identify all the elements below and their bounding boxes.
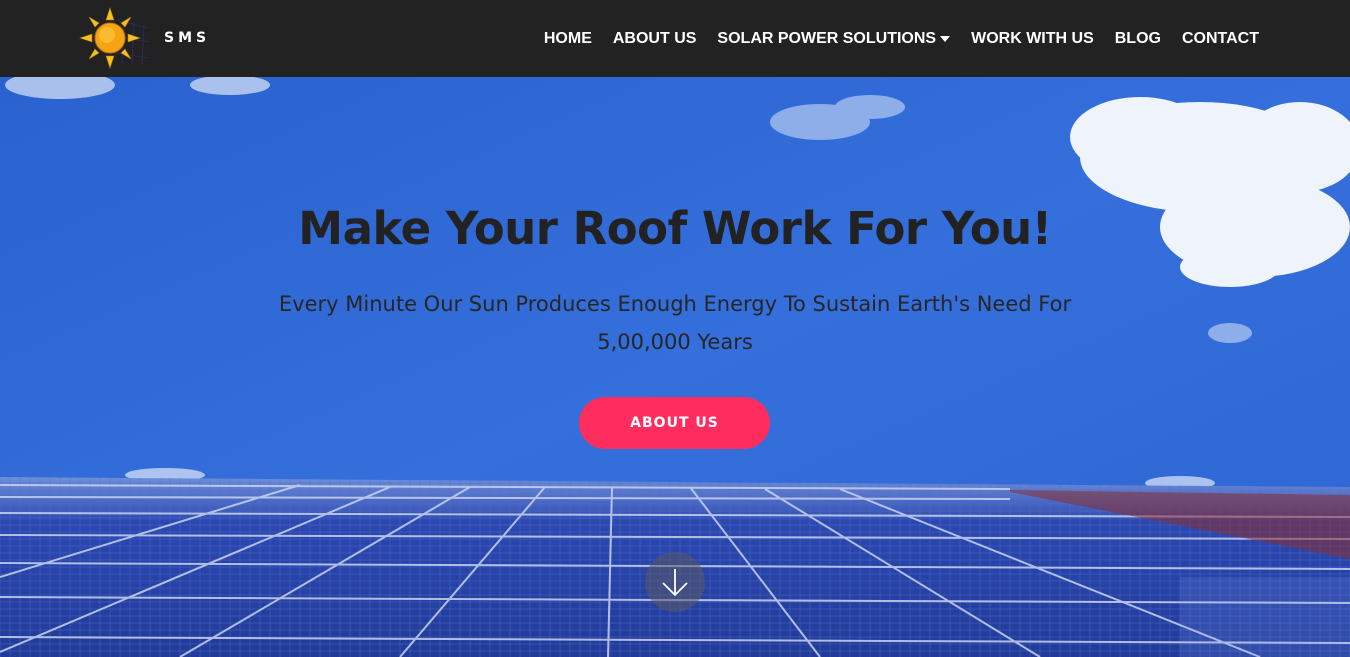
caret-down-icon bbox=[940, 36, 951, 42]
arrow-down-icon bbox=[662, 569, 688, 597]
nav-solar-power-solutions-dropdown[interactable]: SOLAR POWER SOLUTIONS bbox=[717, 29, 951, 48]
brand[interactable]: SMS bbox=[78, 6, 210, 70]
hero-section: Make Your Roof Work For You! Every Minut… bbox=[0, 77, 1350, 657]
main-nav: HOME ABOUT US SOLAR POWER SOLUTIONS WORK… bbox=[544, 0, 1259, 77]
nav-home-link[interactable]: HOME bbox=[544, 30, 592, 48]
hero-subline: Every Minute Our Sun Produces Enough Ene… bbox=[278, 292, 1072, 354]
nav-blog-link[interactable]: BLOG bbox=[1115, 30, 1161, 48]
sun-logo-icon bbox=[79, 7, 151, 69]
hero-headline: Make Your Roof Work For You! bbox=[298, 202, 1052, 255]
nav-about-us-link[interactable]: ABOUT US bbox=[613, 30, 697, 48]
top-navbar: SMS HOME ABOUT US SOLAR POWER SOLUTIONS … bbox=[0, 0, 1350, 77]
brand-name[interactable]: SMS bbox=[164, 30, 210, 46]
nav-contact-link[interactable]: CONTACT bbox=[1182, 30, 1259, 48]
about-us-button[interactable]: ABOUT US bbox=[579, 397, 770, 449]
nav-solar-power-solutions-label: SOLAR POWER SOLUTIONS bbox=[717, 29, 937, 47]
nav-work-with-us-link[interactable]: WORK WITH US bbox=[971, 30, 1094, 48]
scroll-down-button[interactable] bbox=[645, 552, 705, 612]
